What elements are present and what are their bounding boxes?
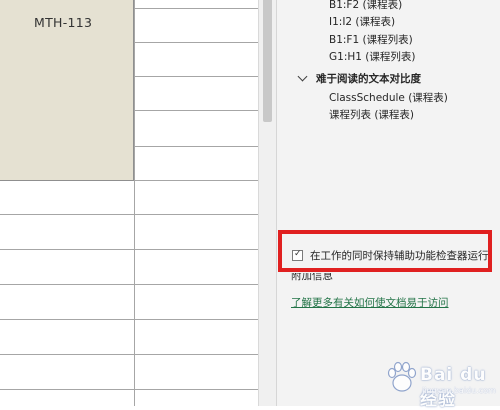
- issue-item[interactable]: 课程列表 (课程表): [329, 107, 414, 122]
- row-line: [134, 146, 258, 147]
- red-highlight-annotation: [278, 230, 492, 272]
- row-line: [134, 8, 258, 9]
- additional-info-label: 附加信息: [291, 273, 333, 282]
- issue-item[interactable]: G1:H1 (课程列表): [329, 49, 415, 64]
- chevron-down-icon[interactable]: [297, 71, 308, 82]
- row-line: [0, 249, 258, 250]
- scrollbar-thumb[interactable]: [263, 0, 272, 122]
- row-line: [134, 110, 258, 111]
- contrast-section-header[interactable]: 难于阅读的文本对比度: [297, 71, 421, 86]
- row-line: [134, 76, 258, 77]
- spreadsheet-grid[interactable]: MTH-113: [0, 0, 258, 406]
- row-line: [134, 42, 258, 43]
- issue-item[interactable]: B1:F1 (课程列表): [329, 32, 413, 47]
- accessibility-help-link[interactable]: 了解更多有关如何使文档易于访问: [291, 295, 449, 310]
- row-line: [0, 319, 258, 320]
- section-title: 难于阅读的文本对比度: [316, 73, 421, 85]
- row-line: [0, 214, 258, 215]
- course-code: MTH-113: [34, 15, 93, 30]
- vertical-scrollbar[interactable]: [258, 0, 276, 406]
- issue-item[interactable]: B1:F2 (课程表): [329, 0, 402, 12]
- merged-course-cell[interactable]: MTH-113: [0, 0, 134, 181]
- issue-item[interactable]: I1:I2 (课程表): [329, 14, 395, 29]
- additional-info-header: 附加信息: [291, 273, 333, 282]
- accessibility-checker-pane: B1:F2 (课程表) I1:I2 (课程表) B1:F1 (课程列表) G1:…: [276, 0, 500, 406]
- row-line: [0, 284, 258, 285]
- row-line: [0, 354, 258, 355]
- issue-item[interactable]: ClassSchedule (课程表): [329, 90, 448, 105]
- column-divider: [134, 0, 135, 406]
- row-line: [0, 389, 258, 390]
